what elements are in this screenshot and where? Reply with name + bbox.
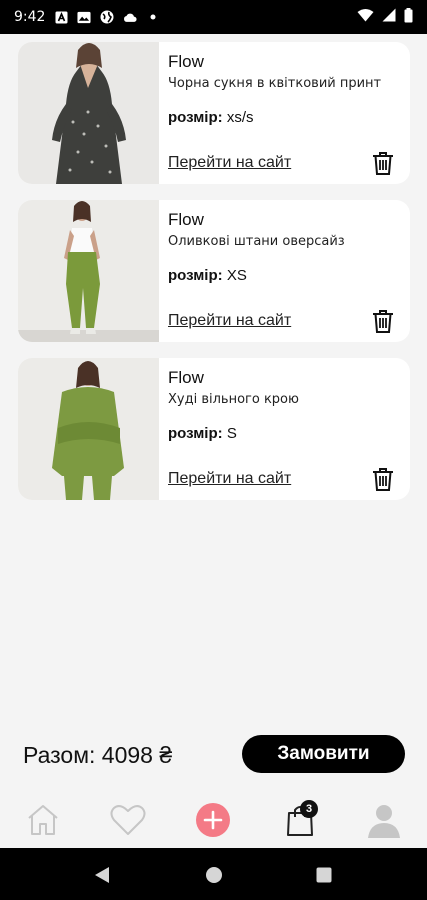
product-size: розмір: XS <box>168 267 247 284</box>
product-photo-pants[interactable] <box>18 200 159 342</box>
image-icon <box>77 10 91 24</box>
cart-item-card[interactable]: Flow Худі вільного крою розмір: S Перейт… <box>18 358 410 500</box>
profile-icon <box>366 802 402 843</box>
cart-item-card[interactable]: Flow Чорна сукня в квітковий принт розмі… <box>18 42 410 184</box>
a-icon <box>54 10 68 24</box>
product-brand: Flow <box>168 368 204 387</box>
size-label: розмір: <box>168 109 223 126</box>
battery-icon <box>404 7 413 27</box>
product-size: розмір: S <box>168 425 237 442</box>
back-icon[interactable] <box>94 866 110 889</box>
product-description: Чорна сукня в квітковий принт <box>168 76 382 91</box>
product-photo-dress[interactable] <box>18 42 159 184</box>
nav-favorites[interactable] <box>108 802 148 842</box>
home-icon <box>26 803 60 842</box>
size-value: S <box>226 425 237 442</box>
recents-icon[interactable] <box>316 867 332 888</box>
go-to-site-link[interactable]: Перейти на сайт <box>168 154 291 172</box>
signal-icon <box>382 8 396 26</box>
product-photo-hoodie[interactable] <box>18 358 159 500</box>
nav-profile[interactable] <box>364 802 404 842</box>
system-navigation-bar <box>0 848 427 900</box>
go-to-site-link[interactable]: Перейти на сайт <box>168 470 291 488</box>
status-bar: 9:42 <box>0 0 427 34</box>
size-value: xs/s <box>226 109 254 126</box>
size-value: XS <box>226 267 247 284</box>
dot-icon <box>146 10 160 24</box>
product-size: розмір: xs/s <box>168 109 253 126</box>
cart-count-badge: 3 <box>300 800 318 818</box>
trash-icon[interactable] <box>372 467 394 491</box>
cart-summary: Разом: 4098 ₴ Замовити <box>0 734 427 774</box>
status-time: 9:42 <box>14 9 46 25</box>
bottom-navigation: 3 <box>0 796 427 848</box>
product-description: Худі вільного крою <box>168 392 299 407</box>
product-brand: Flow <box>168 52 204 71</box>
heart-icon <box>110 804 146 841</box>
nav-add[interactable] <box>193 802 233 842</box>
go-to-site-link[interactable]: Перейти на сайт <box>168 312 291 330</box>
nav-cart[interactable]: 3 <box>280 800 320 842</box>
add-icon <box>195 802 231 843</box>
total-price: Разом: 4098 ₴ <box>23 742 173 768</box>
cloud-icon <box>123 10 138 24</box>
wifi-icon <box>357 8 374 26</box>
trash-icon[interactable] <box>372 151 394 175</box>
trash-icon[interactable] <box>372 309 394 333</box>
product-brand: Flow <box>168 210 204 229</box>
cart-item-card[interactable]: Flow Оливкові штани оверсайз розмір: XS … <box>18 200 410 342</box>
order-button[interactable]: Замовити <box>242 735 405 773</box>
home-circle-icon[interactable] <box>205 866 223 889</box>
size-label: розмір: <box>168 425 223 442</box>
product-description: Оливкові штани оверсайз <box>168 234 345 249</box>
nav-home[interactable] <box>23 802 63 842</box>
globe-icon <box>100 10 114 24</box>
size-label: розмір: <box>168 267 223 284</box>
